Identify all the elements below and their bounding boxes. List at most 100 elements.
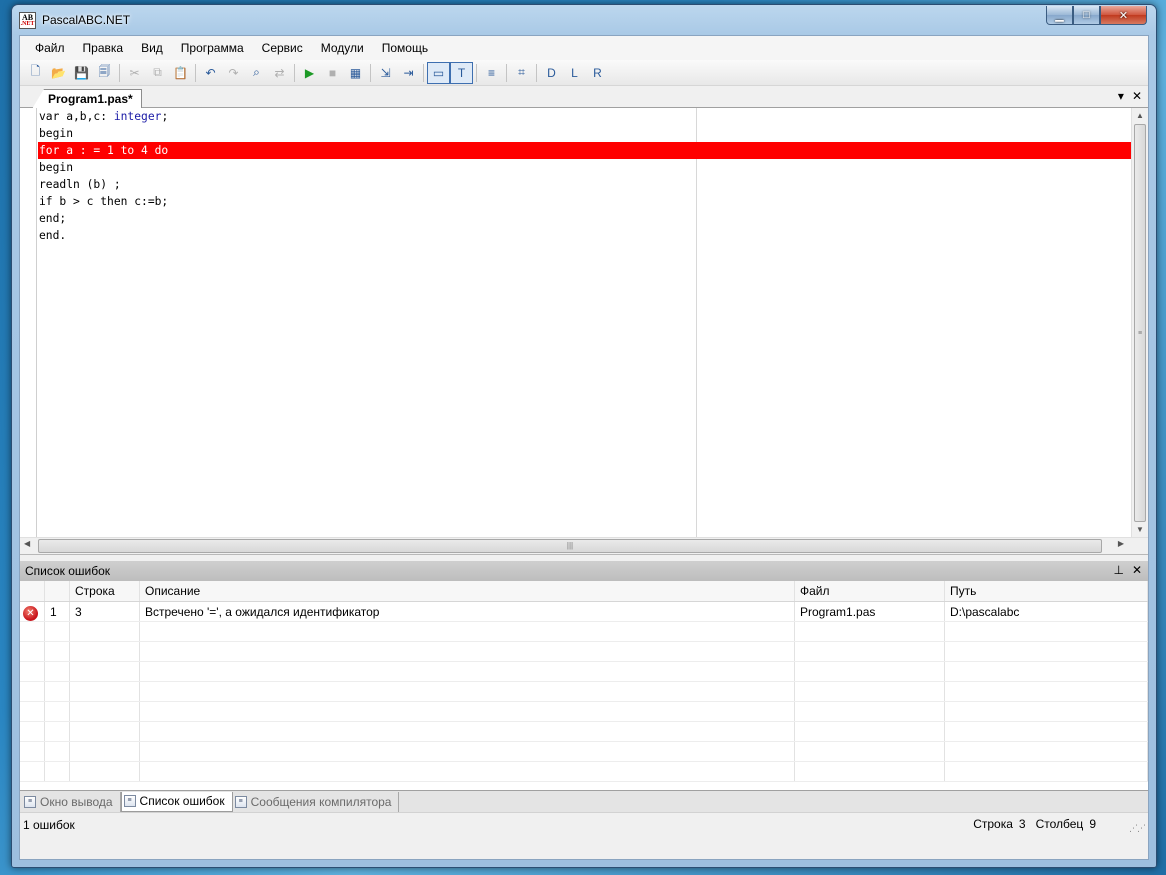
column-header[interactable]: Путь: [945, 581, 1148, 601]
save-all-icon[interactable]: 🗐: [93, 62, 116, 84]
code-line[interactable]: begin: [38, 125, 1131, 142]
column-header[interactable]: Файл: [795, 581, 945, 601]
bottom-tab-label: Сообщения компилятора: [250, 794, 392, 809]
pin-icon[interactable]: ⊥: [1113, 563, 1123, 577]
minimize-button[interactable]: ▁: [1046, 6, 1073, 25]
tab-error-list[interactable]: ≡ Список ошибок: [120, 791, 233, 812]
toolbar-separator: [294, 63, 295, 82]
empty-row: [20, 682, 1148, 702]
stop-icon[interactable]: ■: [321, 62, 344, 84]
error-panel-title: Список ошибок: [25, 564, 111, 578]
tab-list-dropdown-icon[interactable]: ▾: [1118, 89, 1124, 103]
tab-program1[interactable]: Program1.pas*: [32, 89, 142, 109]
empty-row: [20, 742, 1148, 762]
error-icon: ✕: [23, 606, 38, 621]
app-window: AB .NET PascalABC.NET ▁ □ ✕ Файл Правка …: [11, 4, 1157, 868]
redo-icon[interactable]: ↷: [222, 62, 245, 84]
replace-icon[interactable]: ⇄: [268, 62, 291, 84]
scroll-down-arrow-icon[interactable]: ▼: [1132, 522, 1148, 538]
tab-close-icon[interactable]: ✕: [1132, 89, 1142, 103]
toolbar-separator: [370, 63, 371, 82]
maximize-button[interactable]: □: [1073, 6, 1100, 25]
column-header[interactable]: Строка: [70, 581, 140, 601]
empty-row: [20, 702, 1148, 722]
undo-icon[interactable]: ↶: [199, 62, 222, 84]
error-number: 1: [45, 602, 70, 621]
code-line[interactable]: if b > c then c:=b;: [38, 193, 1131, 210]
step-over-icon[interactable]: ⇥: [397, 62, 420, 84]
scroll-right-arrow-icon[interactable]: ▶: [1118, 539, 1124, 548]
editor-vertical-scrollbar[interactable]: ▲ ≡ ▼: [1131, 108, 1148, 538]
format-icon[interactable]: ≡: [480, 62, 503, 84]
empty-row: [20, 722, 1148, 742]
error-row[interactable]: ✕ 1 3 Встречено '=', а ожидался идентификат…: [20, 602, 1148, 622]
error-description: Встречено '=', а ожидался идентификатор: [140, 602, 795, 621]
tab-compiler-messages[interactable]: ≡ Сообщения компилятора: [233, 791, 400, 812]
menu-help[interactable]: Помощь: [373, 39, 437, 57]
menu-modules[interactable]: Модули: [312, 39, 373, 57]
code-line-error[interactable]: for a : = 1 to 4 do: [38, 142, 1131, 159]
empty-row: [20, 622, 1148, 642]
toolbar-separator: [476, 63, 477, 82]
code-line[interactable]: readln (b) ;: [38, 176, 1131, 193]
column-header[interactable]: Описание: [140, 581, 795, 601]
empty-row: [20, 762, 1148, 782]
copy-icon[interactable]: ⧉: [146, 62, 169, 84]
paste-icon[interactable]: 📋: [169, 62, 192, 84]
column-header[interactable]: [20, 581, 45, 601]
vertical-scroll-thumb[interactable]: ≡: [1134, 124, 1146, 522]
debug-d-icon[interactable]: D: [540, 62, 563, 84]
error-list-icon: ≡: [123, 795, 136, 807]
error-line: 3: [70, 602, 140, 621]
error-panel-header: Список ошибок ⊥ ✕: [20, 561, 1148, 581]
cut-icon[interactable]: ✂: [123, 62, 146, 84]
code-editor[interactable]: var a,b,c: integer; begin for a : = 1 to 4…: [20, 108, 1148, 555]
horizontal-scroll-thumb[interactable]: |||: [38, 539, 1102, 553]
code-template-icon[interactable]: ⌗: [510, 62, 533, 84]
status-bar: 1 ошибок Строка 3 Столбец 9 ⋰⋰: [20, 812, 1148, 836]
open-folder-icon[interactable]: 📂: [47, 62, 70, 84]
save-icon[interactable]: 💾: [70, 62, 93, 84]
column-value: 9: [1089, 817, 1096, 831]
menu-file[interactable]: Файл: [26, 39, 74, 57]
toolbar: 🗋 📂 💾 🗐 ✂ ⧉ 📋 ↶ ↷ ⌕ ⇄ ▶ ■ ▦ ⇲ ⇥ ▭ T ≡ ⌗ D L R: [20, 60, 1148, 86]
window-controls: ▁ □ ✕: [1046, 6, 1147, 25]
menu-edit[interactable]: Правка: [74, 39, 133, 57]
scroll-left-arrow-icon[interactable]: ◀: [24, 539, 30, 548]
column-header[interactable]: [45, 581, 70, 601]
compiler-messages-icon: ≡: [234, 795, 247, 808]
bottom-tab-label: Окно вывода: [40, 794, 113, 809]
compile-icon[interactable]: ▦: [344, 62, 367, 84]
empty-row: [20, 642, 1148, 662]
menu-view[interactable]: Вид: [132, 39, 172, 57]
code-line[interactable]: end;: [38, 210, 1131, 227]
close-button[interactable]: ✕: [1100, 6, 1147, 25]
debug-r-icon[interactable]: R: [586, 62, 609, 84]
console-icon[interactable]: ▭: [427, 61, 450, 84]
tab-output-window[interactable]: ≡ Окно вывода: [22, 791, 121, 812]
document-tab-strip: Program1.pas* ▾ ✕: [20, 86, 1148, 109]
run-icon[interactable]: ▶: [298, 62, 321, 84]
error-count-status: 1 ошибок: [23, 817, 75, 832]
panel-close-icon[interactable]: ✕: [1132, 563, 1142, 577]
scroll-up-arrow-icon[interactable]: ▲: [1132, 108, 1148, 124]
debug-l-icon[interactable]: L: [563, 62, 586, 84]
code-line[interactable]: end.: [38, 227, 1131, 244]
grid-header-row: Строка Описание Файл Путь: [20, 581, 1148, 602]
find-icon[interactable]: ⌕: [245, 62, 268, 84]
empty-row: [20, 662, 1148, 682]
text-mode-icon[interactable]: T: [450, 61, 473, 84]
toolbar-separator: [119, 63, 120, 82]
editor-horizontal-scrollbar[interactable]: ◀ ||| ▶: [20, 537, 1148, 554]
step-into-icon[interactable]: ⇲: [374, 62, 397, 84]
menu-program[interactable]: Программа: [172, 39, 253, 57]
menu-service[interactable]: Сервис: [253, 39, 312, 57]
code-area[interactable]: var a,b,c: integer; begin for a : = 1 to 4…: [38, 108, 1131, 538]
toolbar-separator: [506, 63, 507, 82]
resize-grip-icon[interactable]: ⋰⋰: [1129, 823, 1146, 834]
bottom-tab-label: Список ошибок: [139, 794, 225, 808]
new-file-icon[interactable]: 🗋: [24, 62, 47, 84]
title-bar[interactable]: AB .NET PascalABC.NET ▁ □ ✕: [12, 5, 1156, 35]
code-line[interactable]: begin: [38, 159, 1131, 176]
code-line[interactable]: var a,b,c: integer;: [38, 108, 1131, 125]
